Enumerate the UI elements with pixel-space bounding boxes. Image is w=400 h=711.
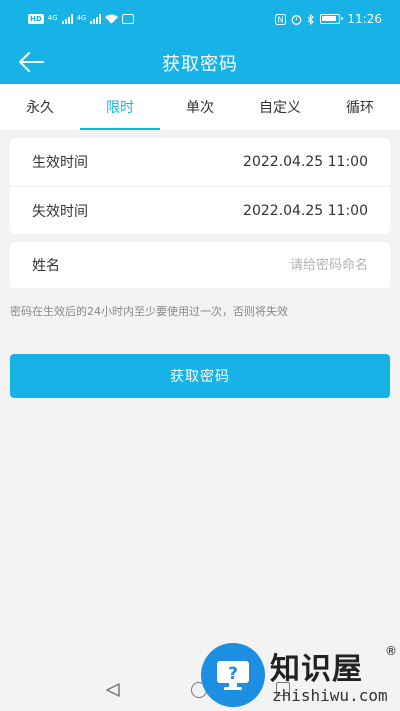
svg-text:N: N (278, 15, 284, 24)
get-password-button[interactable]: 获取密码 (10, 354, 390, 398)
tab-permanent[interactable]: 永久 (0, 84, 80, 130)
watermark-brand: 知识屋 (270, 652, 363, 687)
name-label: 姓名 (32, 258, 60, 274)
nav-back-icon[interactable] (105, 682, 121, 698)
start-time-row[interactable]: 生效时间 2022.04.25 11:00 (10, 138, 390, 186)
bluetooth-icon (308, 13, 315, 25)
signal-icon (90, 13, 102, 24)
message-icon (122, 13, 135, 24)
tab-time-limited[interactable]: 限时 (80, 84, 160, 130)
sim2-network-label: 4G (76, 14, 87, 22)
end-time-label: 失效时间 (32, 203, 88, 220)
tab-custom[interactable]: 自定义 (240, 84, 320, 130)
sim1-network-label: 4G (47, 14, 58, 22)
alarm-icon (291, 14, 302, 25)
title-bar: 获取密码 (0, 40, 400, 84)
start-time-label: 生效时间 (32, 155, 88, 171)
status-time: 11:26 (347, 12, 382, 26)
time-settings-card: 生效时间 2022.04.25 11:00 失效时间 2022.04.25 11… (10, 138, 390, 234)
tab-recurring[interactable]: 循环 (320, 84, 400, 130)
signal-icon (61, 13, 73, 24)
page-title: 获取密码 (162, 54, 238, 75)
start-time-value[interactable]: 2022.04.25 11:00 (243, 154, 368, 170)
hd-badge-icon: HD (28, 13, 44, 24)
end-time-row[interactable]: 失效时间 2022.04.25 11:00 (10, 186, 390, 234)
watermark-reg-mark: ® (385, 644, 397, 658)
status-left-group: HD 4G 4G (28, 13, 135, 24)
tab-single-use[interactable]: 单次 (160, 84, 240, 130)
battery-icon (320, 14, 344, 24)
tab-bar: 永久 限时 单次 自定义 循环 (0, 84, 400, 130)
validity-hint: 密码在生效后的24小时内至少要使用过一次，否则将失效 (10, 305, 288, 318)
password-name-input[interactable] (168, 257, 368, 273)
status-bar: HD 4G 4G N 11:26 (0, 0, 400, 40)
wifi-icon (105, 13, 119, 24)
name-card: 姓名 (10, 242, 390, 288)
status-right-group: N 11:26 (275, 12, 382, 26)
monitor-question-icon: ? (217, 661, 249, 690)
end-time-value[interactable]: 2022.04.25 11:00 (243, 203, 368, 219)
watermark-domain: zhishiwu.com (272, 686, 388, 705)
watermark-logo-icon: ? (201, 643, 265, 707)
svg-text:?: ? (228, 664, 238, 684)
nfc-icon: N (275, 13, 287, 25)
